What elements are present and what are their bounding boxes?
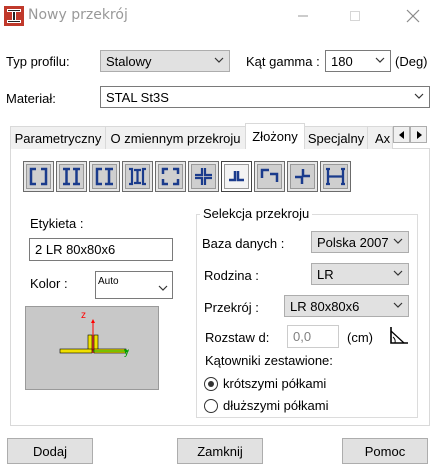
- i-beam-channels-icon: [129, 167, 146, 186]
- profile-button-3[interactable]: [89, 161, 120, 192]
- angle-dimension-icon: [390, 327, 408, 344]
- color-select[interactable]: Auto: [95, 271, 173, 299]
- profile-button-6[interactable]: [188, 161, 219, 192]
- chevron-down-icon: [375, 57, 385, 63]
- tab-scroll-left-button[interactable]: [393, 126, 410, 143]
- selection-title: Selekcja przekroju: [200, 206, 313, 221]
- tab-special[interactable]: Specjalny: [304, 126, 368, 149]
- profile-button-8[interactable]: [254, 161, 285, 192]
- minimize-button[interactable]: [280, 0, 326, 32]
- spacing-input[interactable]: 0,0: [287, 325, 339, 348]
- chevron-down-icon: [414, 93, 424, 99]
- spacing-label: Rozstaw d:: [205, 330, 270, 345]
- spacing-dimension-button[interactable]: [388, 325, 410, 347]
- double-angle-box-icon: [260, 168, 279, 182]
- profile-button-1[interactable]: [23, 161, 54, 192]
- profile-type-select[interactable]: Stalowy: [100, 50, 230, 72]
- close-button-label: Zamknij: [197, 443, 243, 459]
- material-label: Materiał:: [6, 91, 56, 106]
- database-select[interactable]: Polska 2007: [311, 231, 409, 253]
- spacing-unit: (cm): [347, 330, 373, 345]
- label-input[interactable]: 2 LR 80x80x6: [29, 238, 173, 261]
- double-angle-tee-icon: [229, 171, 244, 182]
- double-angle-star-icon: [295, 169, 310, 184]
- gamma-angle-label: Kąt gamma :: [246, 54, 320, 69]
- add-button-label: Dodaj: [33, 443, 67, 459]
- material-value: STAL St3S: [106, 89, 169, 105]
- label-field-label: Etykieta :: [30, 216, 84, 231]
- profile-button-5[interactable]: [155, 161, 186, 192]
- tab-scroll-right-button[interactable]: [410, 126, 427, 143]
- app-icon: [4, 6, 24, 26]
- double-channel-outward-icon: [29, 167, 48, 186]
- family-select[interactable]: LR: [311, 263, 409, 285]
- gamma-angle-unit: (Deg): [395, 54, 428, 69]
- spacing-value: 0,0: [293, 329, 312, 344]
- angles-title: Kątowniki zestawione:: [205, 353, 333, 368]
- radio-long-label: dłuższymi półkami: [223, 398, 329, 413]
- chevron-down-icon: [393, 270, 403, 276]
- section-value: LR 80x80x6: [290, 298, 360, 314]
- i-beam-side-plates-icon: [326, 167, 345, 186]
- help-button-label: Pomoc: [364, 443, 406, 459]
- axis-z-label: z: [81, 310, 86, 321]
- radio-short-flanges[interactable]: krótszymi półkami: [204, 376, 326, 391]
- add-button[interactable]: Dodaj: [7, 438, 93, 464]
- radio-short-label: krótszymi półkami: [223, 376, 327, 391]
- label-input-value: 2 LR 80x80x6: [35, 242, 116, 257]
- tab-label: O zmiennym przekroju: [110, 130, 241, 146]
- profile-type-value: Stalowy: [106, 53, 152, 69]
- four-angles-box-icon: [161, 167, 180, 186]
- axis-y-label: y: [124, 347, 129, 358]
- chevron-down-icon: [393, 302, 403, 308]
- help-button[interactable]: Pomoc: [342, 438, 428, 464]
- close-button[interactable]: [390, 0, 436, 32]
- tab-label: Złożony: [252, 129, 298, 144]
- chevron-down-icon: [214, 57, 224, 63]
- database-label: Baza danych :: [202, 236, 285, 251]
- section-select[interactable]: LR 80x80x6: [284, 295, 409, 317]
- maximize-icon: [350, 11, 360, 21]
- channel-i-beam-icon: [95, 167, 113, 186]
- tab-label: Specjalny: [307, 130, 365, 146]
- minimize-icon: [298, 15, 308, 17]
- profile-type-label: Typ profilu:: [6, 54, 70, 69]
- tab-variable-section[interactable]: O zmiennym przekroju: [105, 126, 246, 149]
- section-preview-drawing: [59, 319, 129, 354]
- close-dialog-button[interactable]: Zamknij: [177, 438, 263, 464]
- family-value: LR: [317, 266, 334, 282]
- window-title: Nowy przekrój: [28, 7, 128, 23]
- tab-parametric[interactable]: Parametryczny: [10, 126, 106, 149]
- tab-label: Ax: [375, 130, 391, 146]
- color-value: Auto: [98, 276, 119, 287]
- color-label: Kolor :: [30, 276, 68, 291]
- tab-composite[interactable]: Złożony: [245, 123, 305, 149]
- profile-button-10[interactable]: [320, 161, 351, 192]
- double-i-beam-icon: [63, 167, 80, 186]
- maximize-button[interactable]: [332, 0, 378, 32]
- profile-button-4[interactable]: [122, 161, 153, 192]
- four-angles-cross-icon: [195, 168, 212, 185]
- database-value: Polska 2007: [317, 234, 389, 250]
- triangle-right-icon: [416, 130, 422, 139]
- tab-label: Parametryczny: [14, 130, 102, 146]
- chevron-down-icon: [393, 238, 403, 244]
- section-label: Przekrój :: [204, 300, 259, 315]
- profile-button-2[interactable]: [56, 161, 87, 192]
- gamma-angle-select[interactable]: 180: [325, 50, 391, 72]
- close-icon: [406, 9, 420, 23]
- material-select[interactable]: STAL St3S: [100, 86, 430, 108]
- family-label: Rodzina :: [204, 268, 259, 283]
- radio-long-flanges[interactable]: dłuższymi półkami: [204, 398, 328, 413]
- triangle-left-icon: [398, 130, 404, 139]
- chevron-down-icon: [158, 285, 168, 291]
- profile-button-9[interactable]: [287, 161, 318, 192]
- tab-ax[interactable]: Ax: [367, 126, 393, 149]
- radio-unchecked[interactable]: [204, 398, 218, 413]
- radio-checked[interactable]: [204, 376, 218, 391]
- section-preview: z y: [25, 306, 159, 390]
- gamma-angle-value: 180: [331, 53, 353, 69]
- profile-button-7[interactable]: [221, 161, 252, 192]
